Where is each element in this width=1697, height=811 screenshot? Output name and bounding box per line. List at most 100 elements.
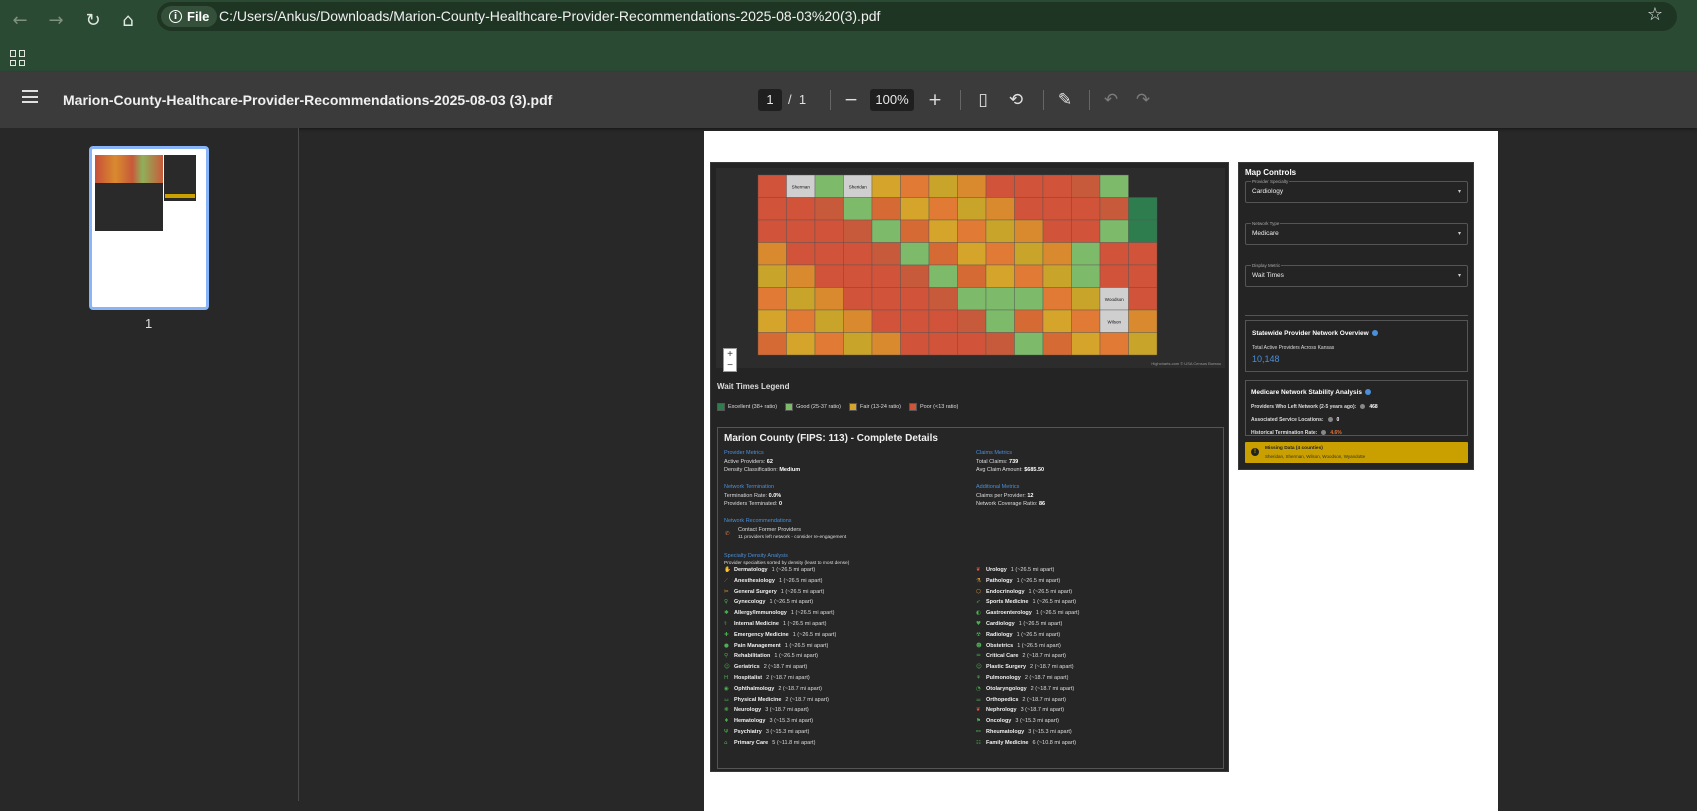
county-shape[interactable]: [843, 287, 873, 311]
county-shape[interactable]: [1014, 287, 1044, 311]
county-shape[interactable]: [814, 219, 844, 243]
county-shape[interactable]: [1042, 309, 1072, 333]
county-shape[interactable]: [871, 287, 901, 311]
county-shape[interactable]: [957, 264, 987, 288]
county-shape[interactable]: [1071, 174, 1101, 198]
county-shape[interactable]: [985, 197, 1015, 221]
county-shape[interactable]: [786, 264, 816, 288]
forward-arrow-icon[interactable]: →: [40, 4, 72, 36]
county-shape[interactable]: [757, 264, 787, 288]
info-icon[interactable]: [1365, 389, 1372, 396]
county-shape[interactable]: [985, 264, 1015, 288]
county-shape[interactable]: [1042, 219, 1072, 243]
county-shape[interactable]: [1099, 174, 1129, 198]
county-shape[interactable]: [757, 174, 787, 198]
county-shape[interactable]: [900, 219, 930, 243]
county-shape[interactable]: [871, 174, 901, 198]
county-shape[interactable]: [1099, 264, 1129, 288]
menu-icon[interactable]: [22, 90, 38, 103]
county-shape[interactable]: [957, 219, 987, 243]
county-shape[interactable]: [814, 309, 844, 333]
county-shape[interactable]: [985, 332, 1015, 356]
draw-annotation-icon[interactable]: ✎: [1052, 86, 1078, 114]
county-shape[interactable]: [786, 219, 816, 243]
county-shape[interactable]: [786, 287, 816, 311]
county-shape[interactable]: [843, 264, 873, 288]
county-shape[interactable]: [1071, 242, 1101, 266]
county-shape[interactable]: [1042, 174, 1072, 198]
page-number-input[interactable]: 1: [758, 89, 782, 111]
county-shape[interactable]: [786, 309, 816, 333]
county-shape[interactable]: [757, 219, 787, 243]
specialty-select[interactable]: Provider Specialty Cardiology ▾: [1245, 179, 1468, 203]
county-shape[interactable]: [814, 197, 844, 221]
county-shape[interactable]: [1014, 219, 1044, 243]
county-shape[interactable]: [1099, 332, 1129, 356]
address-bar[interactable]: i File C:/Users/Ankus/Downloads/Marion-C…: [157, 2, 1677, 31]
county-shape[interactable]: [1014, 174, 1044, 198]
county-shape[interactable]: [757, 287, 787, 311]
county-shape[interactable]: [1099, 197, 1129, 221]
county-shape[interactable]: [1071, 287, 1101, 311]
county-shape[interactable]: [1128, 219, 1158, 243]
county-shape[interactable]: [1071, 332, 1101, 356]
county-shape[interactable]: [957, 174, 987, 198]
county-shape[interactable]: [1014, 332, 1044, 356]
county-shape[interactable]: [871, 219, 901, 243]
county-shape[interactable]: [757, 332, 787, 356]
county-shape[interactable]: [1071, 309, 1101, 333]
county-shape[interactable]: [928, 332, 958, 356]
county-shape[interactable]: [957, 197, 987, 221]
county-shape[interactable]: [928, 309, 958, 333]
county-shape[interactable]: [900, 242, 930, 266]
county-shape[interactable]: [1099, 242, 1129, 266]
county-shape[interactable]: [843, 219, 873, 243]
zoom-level-input[interactable]: 100%: [870, 89, 914, 111]
back-arrow-icon[interactable]: ←: [4, 4, 36, 36]
network-type-select[interactable]: Network Type Medicare ▾: [1245, 221, 1468, 245]
county-shape[interactable]: [1128, 287, 1158, 311]
county-shape[interactable]: [843, 332, 873, 356]
county-shape[interactable]: [786, 332, 816, 356]
county-shape[interactable]: [757, 197, 787, 221]
display-metric-select[interactable]: Display Metric Wait Times ▾: [1245, 263, 1468, 287]
county-shape[interactable]: [871, 332, 901, 356]
county-shape[interactable]: [900, 174, 930, 198]
county-shape[interactable]: [843, 309, 873, 333]
county-shape[interactable]: [871, 309, 901, 333]
county-shape[interactable]: [814, 264, 844, 288]
undo-icon[interactable]: ↶: [1098, 86, 1124, 114]
county-shape[interactable]: [985, 242, 1015, 266]
county-shape[interactable]: [871, 197, 901, 221]
county-shape[interactable]: [957, 242, 987, 266]
county-shape[interactable]: [1099, 219, 1129, 243]
county-shape[interactable]: [928, 174, 958, 198]
rotate-icon[interactable]: ⟲: [1003, 86, 1029, 114]
county-shape[interactable]: [1071, 219, 1101, 243]
redo-icon[interactable]: ↷: [1130, 86, 1156, 114]
county-shape[interactable]: [1014, 264, 1044, 288]
county-shape[interactable]: [871, 242, 901, 266]
site-info-chip[interactable]: i File: [161, 6, 218, 27]
zoom-in-button[interactable]: +: [922, 86, 948, 114]
county-shape[interactable]: [985, 219, 1015, 243]
county-shape[interactable]: [900, 197, 930, 221]
county-shape[interactable]: [900, 264, 930, 288]
county-shape[interactable]: [757, 309, 787, 333]
county-shape[interactable]: [957, 287, 987, 311]
url-text[interactable]: C:/Users/Ankus/Downloads/Marion-County-H…: [219, 8, 880, 24]
county-shape[interactable]: [928, 287, 958, 311]
fit-page-icon[interactable]: ▯: [970, 86, 996, 114]
apps-grid-icon[interactable]: [10, 50, 26, 66]
county-shape[interactable]: [843, 242, 873, 266]
county-shape[interactable]: [900, 287, 930, 311]
county-shape[interactable]: [957, 309, 987, 333]
county-shape[interactable]: [1071, 264, 1101, 288]
map-zoom-out-button[interactable]: −: [724, 360, 736, 371]
zoom-out-button[interactable]: −: [838, 86, 864, 114]
county-shape[interactable]: [985, 287, 1015, 311]
county-shape[interactable]: [1042, 287, 1072, 311]
bookmark-star-icon[interactable]: ☆: [1647, 4, 1663, 25]
county-shape[interactable]: [814, 332, 844, 356]
county-shape[interactable]: [1128, 197, 1158, 221]
